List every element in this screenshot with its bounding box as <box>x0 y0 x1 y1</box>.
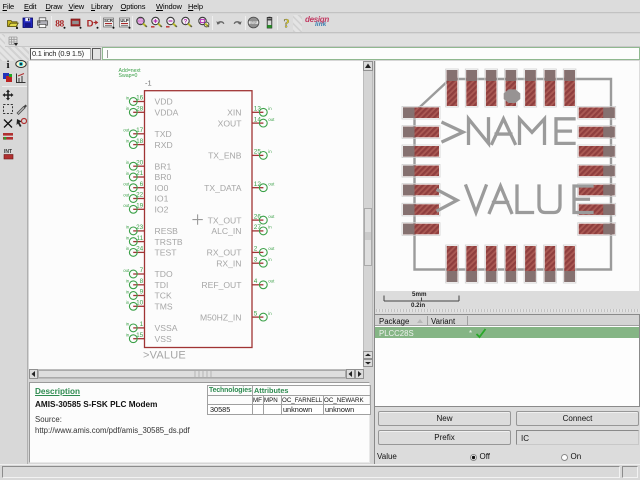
svg-text:i: i <box>6 59 9 70</box>
svg-text:TDI: TDI <box>155 280 169 290</box>
svg-text:RX_IN: RX_IN <box>216 258 241 268</box>
svg-text:2: 2 <box>254 246 258 253</box>
svg-text:23: 23 <box>136 224 144 231</box>
svg-text:VSSA: VSSA <box>155 323 178 333</box>
svg-text:in: in <box>268 311 272 316</box>
svg-text:IO1: IO1 <box>155 194 169 204</box>
svg-text:in: in <box>126 246 130 251</box>
svg-text:?: ? <box>184 19 188 25</box>
svg-text:IO0: IO0 <box>155 183 169 193</box>
svg-text:14: 14 <box>254 116 262 123</box>
svg-text:TRSTB: TRSTB <box>155 237 183 247</box>
svg-text:out: out <box>123 182 130 187</box>
svg-text:out: out <box>123 192 130 197</box>
svg-text:out: out <box>268 214 275 219</box>
svg-text:TXD: TXD <box>155 129 172 139</box>
svg-text:7: 7 <box>140 267 144 274</box>
svg-text:88: 88 <box>55 20 64 30</box>
svg-text:STOP: STOP <box>250 21 257 24</box>
svg-text:SCR: SCR <box>104 18 113 23</box>
svg-text:-1: -1 <box>145 79 152 88</box>
svg-text:in: in <box>126 333 130 338</box>
svg-text:24: 24 <box>136 246 144 253</box>
svg-text:VSS: VSS <box>155 334 172 344</box>
svg-text:12: 12 <box>254 181 262 188</box>
svg-text:>VALUE: >VALUE <box>143 350 186 362</box>
svg-text:25: 25 <box>254 149 262 156</box>
svg-text:11: 11 <box>137 235 144 242</box>
svg-text:BR0: BR0 <box>155 172 172 182</box>
svg-text:16: 16 <box>136 95 144 102</box>
svg-text:INT: INT <box>4 149 12 155</box>
svg-text:out: out <box>123 268 130 273</box>
svg-text:4: 4 <box>254 278 258 285</box>
svg-text:out: out <box>268 246 275 251</box>
svg-text:28: 28 <box>136 106 144 113</box>
svg-text:XOUT: XOUT <box>218 118 243 128</box>
svg-text:RXD: RXD <box>155 140 173 150</box>
svg-text:6: 6 <box>140 181 144 188</box>
svg-text:?: ? <box>283 17 289 30</box>
svg-text:5: 5 <box>254 310 258 317</box>
svg-text:out: out <box>268 182 275 187</box>
svg-text:M50HZ_IN: M50HZ_IN <box>200 312 242 322</box>
svg-text:RX_OUT: RX_OUT <box>207 248 243 258</box>
svg-text:RESB: RESB <box>155 226 179 236</box>
svg-text:15: 15 <box>136 332 144 339</box>
svg-text:in: in <box>126 322 130 327</box>
svg-text:TX_OUT: TX_OUT <box>208 215 243 225</box>
svg-text:8: 8 <box>140 278 144 285</box>
svg-text:in: in <box>268 106 272 111</box>
svg-text:in: in <box>126 138 130 143</box>
svg-text:17: 17 <box>136 127 144 134</box>
svg-text:21: 21 <box>136 170 144 177</box>
svg-text:in: in <box>268 225 272 230</box>
svg-text:20: 20 <box>136 159 144 166</box>
svg-text:BR1: BR1 <box>155 161 172 171</box>
svg-text:18: 18 <box>136 138 144 145</box>
svg-text:out: out <box>268 117 275 122</box>
svg-text:VDDA: VDDA <box>155 108 179 118</box>
svg-text:27: 27 <box>254 224 262 231</box>
svg-text:XIN: XIN <box>227 108 241 118</box>
svg-text:3: 3 <box>254 256 258 263</box>
svg-text:TEST: TEST <box>155 248 178 258</box>
svg-text:TX_DATA: TX_DATA <box>204 183 242 193</box>
svg-text:TX_ENB: TX_ENB <box>208 151 242 161</box>
svg-text:VDD: VDD <box>155 97 173 107</box>
svg-text:9: 9 <box>140 289 144 296</box>
svg-text:in: in <box>126 300 130 305</box>
svg-text:in: in <box>126 235 130 240</box>
svg-text:in: in <box>268 257 272 262</box>
svg-text:IO2: IO2 <box>155 205 169 215</box>
svg-text:22: 22 <box>136 192 144 199</box>
svg-text:10: 10 <box>136 300 144 307</box>
svg-text:out: out <box>123 203 130 208</box>
svg-text:out: out <box>123 128 130 133</box>
svg-text:Swap=0: Swap=0 <box>119 73 138 79</box>
svg-text:in: in <box>126 171 130 176</box>
svg-text:in: in <box>126 289 130 294</box>
svg-text:19: 19 <box>136 203 144 210</box>
svg-text:in: in <box>126 225 130 230</box>
svg-text:REF_OUT: REF_OUT <box>201 280 242 290</box>
svg-text:ULP: ULP <box>120 18 129 23</box>
svg-text:in: in <box>126 95 130 100</box>
svg-text:D: D <box>86 19 93 30</box>
svg-text:out: out <box>268 279 275 284</box>
svg-text:TCK: TCK <box>155 291 172 301</box>
svg-text:in: in <box>268 149 272 154</box>
svg-text:13: 13 <box>254 106 262 113</box>
svg-text:ALC_IN: ALC_IN <box>211 226 241 236</box>
svg-text:TMS: TMS <box>155 302 173 312</box>
svg-text:in: in <box>126 106 130 111</box>
svg-text:26: 26 <box>254 213 262 220</box>
svg-text:1: 1 <box>140 321 144 328</box>
svg-text:in: in <box>126 160 130 165</box>
svg-text:in: in <box>126 279 130 284</box>
svg-text:TDO: TDO <box>155 269 173 279</box>
